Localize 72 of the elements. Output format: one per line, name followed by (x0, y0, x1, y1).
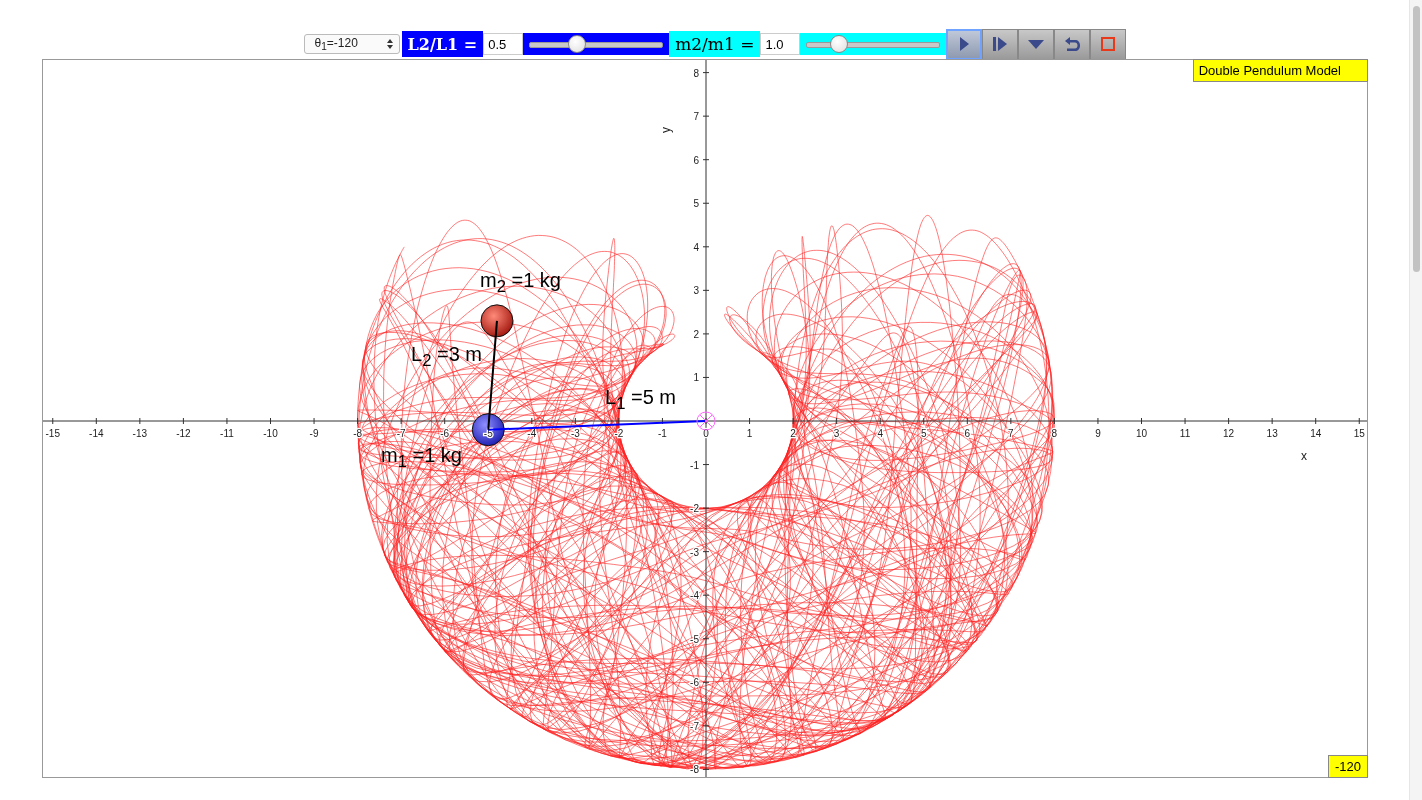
length-ratio-field[interactable]: 0.5 (483, 33, 524, 55)
mass-ratio-label: m2/m1 = (669, 31, 761, 57)
play-button[interactable] (946, 28, 983, 60)
y-tick-label: -2 (690, 503, 699, 515)
y-tick-label: 8 (693, 67, 699, 79)
x-tick-label: 0 (703, 428, 709, 439)
x-tick-label: 1 (746, 428, 753, 439)
x-tick-label: 15 (1353, 428, 1365, 439)
mass-length-label: m$_{1}$ =1 kg (381, 444, 462, 472)
model-title: Double Pendulum Model (1192, 59, 1368, 82)
x-tick-label: 13 (1266, 428, 1278, 439)
x-tick-label: -5 (483, 428, 493, 439)
x-tick-label: -9 (309, 428, 319, 439)
length-ratio-label: L2/L1 = (401, 31, 484, 57)
step-icon (993, 37, 1008, 51)
mass-length-label: m$_{2}$ =1 kg (480, 269, 561, 297)
y-axis-label: y (659, 127, 673, 133)
y-tick-label: -1 (690, 459, 699, 471)
y-tick-label: 6 (693, 154, 699, 166)
x-tick-label: -15 (45, 428, 60, 439)
mass-ball (480, 304, 514, 338)
y-tick-label: 7 (693, 111, 699, 123)
x-tick-label: 4 (877, 428, 883, 439)
x-tick-label: 12 (1223, 428, 1235, 439)
stop-icon (1101, 37, 1116, 51)
x-tick-label: 14 (1310, 428, 1322, 439)
y-tick-label: -4 (690, 590, 699, 602)
x-tick-label: 8 (1051, 428, 1058, 439)
x-tick-label: -14 (89, 428, 104, 439)
x-tick-label: -4 (527, 428, 537, 439)
x-tick-label: -1 (658, 428, 667, 439)
x-tick-label: 10 (1135, 428, 1148, 439)
y-tick-label: -5 (690, 633, 699, 645)
play-icon (959, 37, 970, 51)
x-tick-label: 3 (833, 428, 840, 439)
x-tick-label: -10 (263, 428, 278, 439)
undo-icon (1064, 36, 1081, 52)
x-tick-label: 6 (964, 428, 971, 439)
x-tick-label: -12 (176, 428, 191, 439)
x-tick-label: 7 (1008, 428, 1014, 439)
y-tick-label: 5 (693, 198, 699, 210)
y-tick-label: 1 (693, 372, 699, 384)
y-tick-label: 4 (693, 241, 699, 253)
angle-readout: -120 (1327, 755, 1368, 778)
pivot-icon (696, 411, 716, 431)
x-tick-label: -11 (220, 428, 234, 439)
mass-ratio-field[interactable]: 1.0 (760, 33, 801, 55)
x-tick-label: 5 (920, 428, 927, 439)
x-tick-label: 11 (1179, 428, 1191, 439)
y-tick-label: 2 (693, 328, 699, 340)
mass-length-label: L$_{1}$ =5 m (605, 386, 676, 414)
stop-button[interactable] (1090, 28, 1127, 60)
mass-ball (471, 413, 505, 447)
x-axis-label: x (1301, 449, 1307, 463)
menu-button[interactable] (1018, 28, 1055, 60)
x-tick-label: -3 (570, 428, 580, 439)
y-tick-label: 3 (693, 285, 699, 297)
step-button[interactable] (982, 28, 1019, 60)
mass-length-label: L$_{2}$ =3 m (411, 343, 482, 371)
x-tick-label: 9 (1095, 428, 1101, 439)
y-tick-label: -6 (690, 677, 699, 689)
slider[interactable] (523, 33, 670, 55)
x-tick-label: -7 (396, 428, 406, 439)
y-tick-label: -3 (690, 546, 699, 558)
reset-button[interactable] (1054, 28, 1091, 60)
up-down-arrows-icon (386, 39, 393, 49)
x-tick-label: -6 (440, 428, 450, 439)
caret-icon (1028, 39, 1045, 49)
x-tick-label: -13 (132, 428, 148, 439)
angle-select[interactable]: θ$_{1}$=-120 (303, 34, 400, 54)
slider[interactable] (800, 33, 947, 55)
y-tick-label: -7 (690, 720, 699, 732)
